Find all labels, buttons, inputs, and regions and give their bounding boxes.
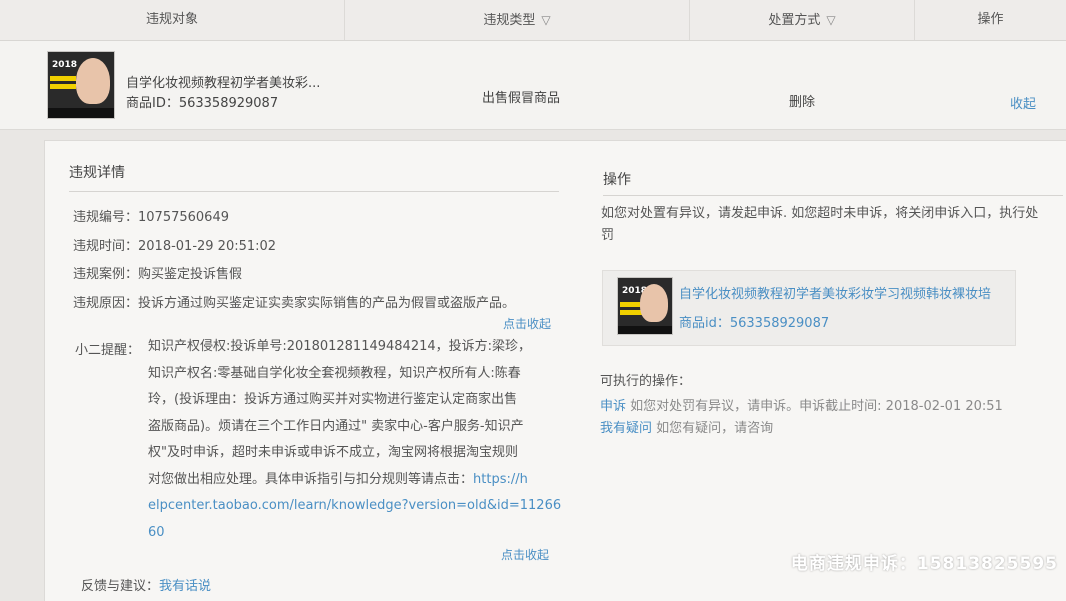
divider — [603, 195, 1063, 196]
product-thumbnail: 2018 — [617, 277, 673, 335]
question-text: 如您有疑问，请咨询 — [656, 421, 774, 436]
help-center-link[interactable]: https://h — [473, 472, 528, 487]
filter-icon[interactable]: ▽ — [826, 0, 835, 40]
card-product-title[interactable]: 自学化妆视频教程初学者美妆彩妆学习视频韩妆裸妆培 — [679, 283, 991, 302]
product-id: 商品ID：563358929087 — [126, 96, 279, 111]
watermark-text: 电商违规申诉：15813825595 — [790, 554, 1058, 574]
question-row: 我有疑问 如您有疑问，请咨询 — [600, 417, 773, 436]
notice-line: 如您对处置有异议，请发起申诉. 如您超时未申诉，将关闭申诉入口，执行处 — [601, 206, 1039, 221]
feedback-link[interactable]: 我有话说 — [159, 579, 211, 594]
tip-line: 知识产权名:零基础自学化妆全套视频教程，知识产权所有人:陈春 — [148, 365, 521, 381]
appeal-notice: 如您对处置有异议，请发起申诉. 如您超时未申诉，将关闭申诉入口，执行处 罚 — [601, 203, 1061, 247]
violation-number: 违规编号：10757560649 — [73, 210, 229, 225]
filter-icon[interactable]: ▽ — [541, 0, 550, 40]
tip-line-text: 对您做出相应处理。具体申诉指引与扣分规则等请点击： — [148, 471, 474, 487]
violation-time: 违规时间：2018-01-29 20:51:02 — [73, 239, 277, 254]
model-face — [76, 58, 110, 104]
collapse-link[interactable]: 点击收起 — [501, 546, 549, 563]
thumb-strip — [50, 76, 76, 81]
col-type-label: 违规类型 — [483, 13, 536, 28]
collapse-link[interactable]: 收起 — [1010, 93, 1036, 112]
appeal-text: 如您对处罚有异议，请申诉。申诉截止时间: 2018-02-01 20:51 — [630, 399, 1003, 414]
product-card[interactable]: 2018 自学化妆视频教程初学者美妆彩妆学习视频韩妆裸妆培 商品id：56335… — [602, 270, 1016, 346]
help-center-link[interactable]: elpcenter.taobao.com/learn/knowledge?ver… — [148, 493, 588, 520]
col-target-label: 违规对象 — [145, 12, 198, 27]
operations-title: 操作 — [603, 172, 631, 188]
divider — [69, 191, 559, 192]
thumb-year: 2018 — [52, 60, 78, 70]
col-method[interactable]: 处置方式 ▽ — [690, 0, 915, 40]
table-header: 违规对象 违规类型 ▽ 处置方式 ▽ 操作 — [0, 0, 1066, 41]
question-link[interactable]: 我有疑问 — [600, 421, 652, 436]
tip-label: 小二提醒： — [75, 343, 141, 358]
card-product-id: 商品id：563358929087 — [679, 316, 830, 331]
available-actions-label: 可执行的操作： — [600, 374, 692, 389]
col-action-label: 操作 — [977, 12, 1004, 27]
violation-case: 违规案例：购买鉴定投诉售假 — [73, 267, 243, 282]
handling-method: 删除 — [789, 95, 816, 110]
model-face — [640, 284, 668, 322]
tip-line: 对您做出相应处理。具体申诉指引与扣分规则等请点击：https://h — [148, 467, 588, 494]
help-center-link[interactable]: 60 — [148, 520, 588, 547]
details-panel: 违规详情 违规编号：10757560649 违规时间：2018-01-29 20… — [44, 140, 1066, 601]
thumb-bar — [48, 108, 114, 118]
product-title[interactable]: 自学化妆视频教程初学者美妆彩... — [126, 72, 320, 91]
notice-line: 罚 — [601, 228, 615, 243]
tip-line: 盗版商品)。烦请在三个工作日内通过" 卖家中心-客户服务-知识产 — [148, 418, 524, 434]
table-row: 2018 自学化妆视频教程初学者美妆彩... 商品ID：563358929087… — [0, 41, 1066, 130]
appeal-row: 申诉 如您对处罚有异议，请申诉。申诉截止时间: 2018-02-01 20:51 — [600, 395, 1003, 414]
violation-reason: 违规原因：投诉方通过购买鉴定证实卖家实际销售的产品为假冒或盗版产品。 — [73, 296, 516, 311]
col-target: 违规对象 — [0, 0, 345, 40]
thumb-strip — [50, 84, 76, 89]
thumb-bar — [618, 326, 672, 334]
violation-type: 出售假冒商品 — [482, 91, 561, 106]
col-type[interactable]: 违规类型 ▽ — [345, 0, 690, 40]
collapse-link[interactable]: 点击收起 — [503, 315, 551, 332]
col-action: 操作 — [915, 0, 1066, 40]
feedback-label: 反馈与建议： — [81, 579, 160, 594]
tip-line: 权"及时申诉，超时未申诉或申诉不成立，淘宝网将根据淘宝规则 — [148, 445, 518, 460]
details-title: 违规详情 — [69, 165, 125, 181]
tip-line: 玲，(投诉理由：投诉方通过购买并对实物进行鉴定认定商家出售 — [148, 392, 518, 407]
product-thumbnail[interactable]: 2018 — [47, 51, 115, 119]
tip-text: 知识产权侵权:投诉单号:201801281149484214，投诉方:梁珍， 知… — [148, 334, 588, 546]
appeal-link[interactable]: 申诉 — [600, 399, 626, 414]
tip-line: 知识产权侵权:投诉单号:201801281149484214，投诉方:梁珍， — [148, 339, 532, 354]
col-method-label: 处置方式 — [768, 13, 821, 28]
feedback: 反馈与建议：我有话说 — [81, 575, 211, 594]
